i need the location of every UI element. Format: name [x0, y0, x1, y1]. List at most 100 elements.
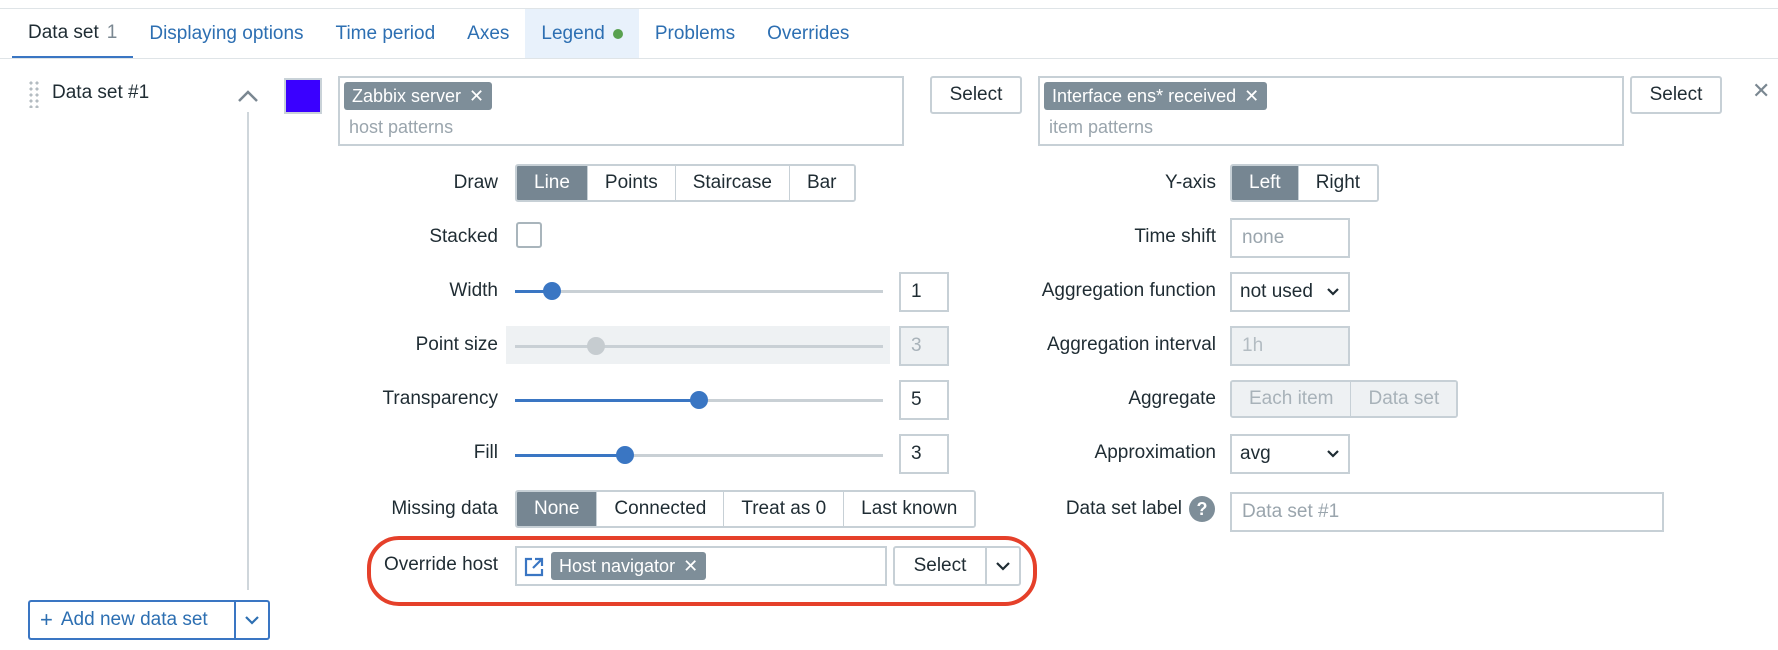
- stacked-checkbox[interactable]: [516, 222, 542, 248]
- aggregation-function-select[interactable]: not used: [1230, 272, 1350, 312]
- time-shift-label: Time shift: [1134, 226, 1216, 247]
- slider-track: [515, 290, 883, 293]
- draw-segmented: Line Points Staircase Bar: [515, 164, 856, 202]
- stacked-label: Stacked: [429, 226, 498, 247]
- tab-axes[interactable]: Axes: [451, 9, 525, 59]
- host-tag-label: Zabbix server: [352, 85, 462, 106]
- fill-slider[interactable]: [515, 446, 883, 472]
- aggregate-label: Aggregate: [1128, 388, 1216, 409]
- slider-knob[interactable]: [543, 282, 561, 300]
- data-set-label-input[interactable]: Data set #1: [1230, 492, 1664, 532]
- missing-data-segmented: None Connected Treat as 0 Last known: [515, 490, 977, 528]
- aggregation-interval-label: Aggregation interval: [1047, 334, 1216, 355]
- remove-tag-icon[interactable]: ✕: [1244, 86, 1259, 107]
- dataset-color-picker[interactable]: [284, 78, 322, 114]
- aggregate-option-data-set: Data set: [1351, 382, 1457, 416]
- host-patterns-placeholder: host patterns: [349, 117, 454, 137]
- tab-label: Data set: [28, 21, 99, 43]
- tab-label: Overrides: [767, 23, 850, 44]
- override-host-input[interactable]: Host navigator ✕: [515, 546, 887, 586]
- tab-label: Axes: [467, 23, 510, 44]
- fill-input[interactable]: 3: [899, 434, 949, 474]
- override-host-label: Override host: [383, 554, 498, 575]
- tab-time-period[interactable]: Time period: [320, 9, 452, 59]
- chevron-down-icon: [1327, 288, 1339, 296]
- aggregation-interval-placeholder: 1h: [1242, 335, 1264, 356]
- tab-displaying-options[interactable]: Displaying options: [133, 9, 319, 59]
- draw-option-points[interactable]: Points: [587, 166, 676, 200]
- add-data-set-dropdown-button[interactable]: [234, 600, 270, 640]
- external-link-icon: [523, 556, 545, 584]
- tab-label: Problems: [654, 23, 736, 44]
- approximation-select[interactable]: avg: [1230, 434, 1350, 474]
- slider-fill: [515, 454, 625, 457]
- aggregate-segmented: Each item Data set: [1230, 380, 1459, 418]
- tab-legend[interactable]: Legend: [525, 9, 639, 59]
- item-select-button[interactable]: Select: [1630, 76, 1722, 114]
- slider-knob: [587, 337, 605, 355]
- drag-handle-icon[interactable]: [28, 80, 40, 108]
- slider-knob[interactable]: [690, 391, 708, 409]
- item-tag-label: Interface ens* received: [1052, 85, 1237, 106]
- transparency-label: Transparency: [382, 388, 498, 409]
- dataset-connector-line: [247, 112, 249, 590]
- tab-label: Displaying options: [149, 23, 304, 44]
- slider-track: [515, 345, 883, 348]
- host-patterns-input[interactable]: Zabbix server ✕ host patterns: [338, 76, 904, 146]
- status-dot-icon: [612, 29, 623, 39]
- width-label: Width: [449, 280, 498, 301]
- dataset-title: Data set #1: [52, 82, 150, 103]
- width-input[interactable]: 1: [899, 272, 949, 312]
- remove-tag-icon[interactable]: ✕: [469, 86, 484, 107]
- chevron-down-icon: [996, 562, 1010, 571]
- missing-option-treat-as-0[interactable]: Treat as 0: [724, 492, 845, 526]
- host-tag: Zabbix server ✕: [344, 82, 493, 110]
- transparency-slider[interactable]: [515, 391, 883, 417]
- draw-option-bar[interactable]: Bar: [789, 166, 854, 200]
- y-axis-option-left[interactable]: Left: [1232, 166, 1299, 200]
- aggregation-function-label: Aggregation function: [1041, 280, 1216, 301]
- tab-label: Time period: [335, 23, 436, 44]
- transparency-input[interactable]: 5: [899, 380, 949, 420]
- chevron-down-icon: [245, 616, 259, 625]
- aggregation-function-value: not used: [1240, 281, 1313, 302]
- y-axis-option-right[interactable]: Right: [1298, 166, 1378, 200]
- tab-problems[interactable]: Problems: [639, 9, 751, 59]
- host-select-button[interactable]: Select: [930, 76, 1022, 114]
- time-shift-placeholder: none: [1242, 227, 1285, 248]
- draw-option-line[interactable]: Line: [517, 166, 588, 200]
- width-slider[interactable]: [515, 282, 883, 308]
- approximation-label: Approximation: [1094, 442, 1216, 463]
- remove-dataset-close-icon[interactable]: ✕: [1752, 78, 1770, 104]
- missing-option-connected[interactable]: Connected: [597, 492, 725, 526]
- override-host-tag-label: Host navigator: [559, 555, 676, 576]
- tab-count-badge: 1: [106, 21, 118, 43]
- override-host-select-button[interactable]: Select: [893, 546, 987, 586]
- item-patterns-placeholder: item patterns: [1049, 117, 1154, 137]
- collapse-chevron-up-icon[interactable]: [234, 82, 262, 110]
- chevron-down-icon: [1327, 450, 1339, 458]
- help-icon[interactable]: ?: [1189, 496, 1215, 522]
- tab-bar: Data set 1 Displaying options Time perio…: [12, 9, 865, 59]
- missing-option-last-known[interactable]: Last known: [844, 492, 975, 526]
- draw-label: Draw: [453, 172, 498, 193]
- remove-tag-icon[interactable]: ✕: [683, 556, 698, 577]
- slider-knob[interactable]: [616, 446, 634, 464]
- draw-option-staircase[interactable]: Staircase: [675, 166, 790, 200]
- time-shift-input[interactable]: none: [1230, 218, 1350, 258]
- aggregation-interval-input: 1h: [1230, 326, 1350, 366]
- missing-option-none[interactable]: None: [517, 492, 598, 526]
- y-axis-segmented: Left Right: [1230, 164, 1380, 202]
- tabs-divider: [0, 58, 1778, 59]
- data-set-label-placeholder: Data set #1: [1242, 501, 1340, 522]
- point-size-label: Point size: [415, 334, 498, 355]
- item-patterns-input[interactable]: Interface ens* received ✕ item patterns: [1038, 76, 1624, 146]
- y-axis-label: Y-axis: [1164, 172, 1216, 193]
- tab-overrides[interactable]: Overrides: [751, 9, 865, 59]
- override-host-dropdown-button[interactable]: [985, 546, 1021, 586]
- tab-data-set[interactable]: Data set 1: [12, 9, 134, 59]
- fill-label: Fill: [473, 442, 498, 463]
- add-new-data-set-button[interactable]: + Add new data set: [28, 600, 236, 640]
- point-size-slider: [515, 337, 883, 363]
- data-set-label-label: Data set label: [1065, 498, 1182, 519]
